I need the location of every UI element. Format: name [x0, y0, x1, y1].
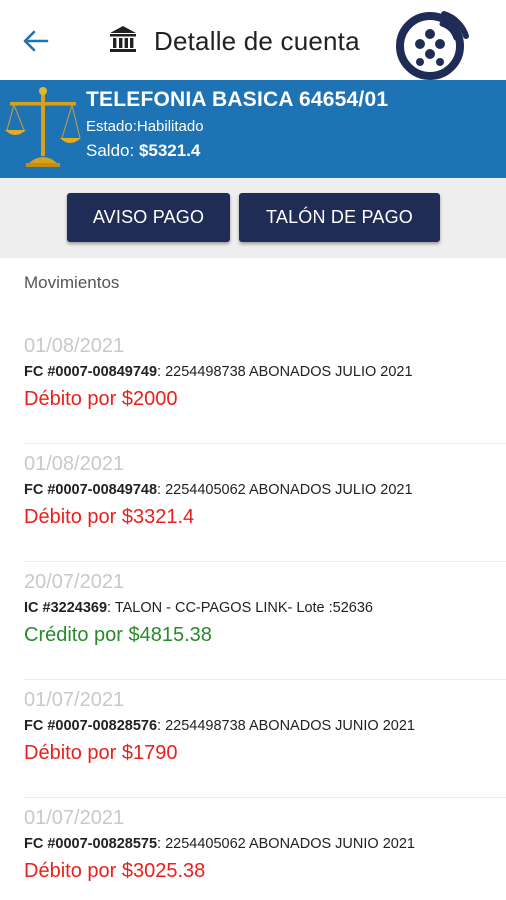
movement-detail: : 2254405062 ABONADOS JUNIO 2021	[157, 836, 415, 852]
movement-detail: : 2254498738 ABONADOS JULIO 2021	[157, 364, 413, 380]
movement-description: IC #3224369: TALON - CC-PAGOS LINK- Lote…	[24, 600, 373, 616]
movement-ref: FC #0007-00849748	[24, 482, 158, 498]
account-name: TELEFONIA BASICA 64654/01	[86, 88, 389, 111]
movement-description: FC #0007-00849748: 2254405062 ABONADOS J…	[24, 482, 413, 498]
movement-ref: FC #0007-00828576	[24, 718, 158, 734]
movement-amount: Débito por $3025.38	[24, 860, 206, 882]
movement-amount: Crédito por $4815.38	[24, 624, 212, 646]
page-title: Detalle de cuenta	[154, 26, 360, 56]
movements-list: 01/08/2021 FC #0007-00849749: 2254498738…	[0, 326, 506, 900]
movement-amount: Débito por $2000	[24, 388, 178, 410]
talon-de-pago-button[interactable]: TALÓN DE PAGO	[239, 193, 440, 242]
movement-description: FC #0007-00849749: 2254498738 ABONADOS J…	[24, 364, 413, 380]
scales-icon	[4, 84, 82, 170]
aviso-pago-button[interactable]: AVISO PAGO	[67, 193, 230, 242]
back-arrow-icon[interactable]	[18, 24, 52, 58]
bank-icon	[108, 24, 138, 56]
movement-date: 20/07/2021	[24, 571, 125, 593]
movement-date: 01/07/2021	[24, 689, 125, 711]
movement-date: 01/08/2021	[24, 335, 125, 357]
movement-detail: : TALON - CC-PAGOS LINK- Lote :52636	[107, 600, 373, 616]
movement-amount: Débito por $1790	[24, 742, 178, 764]
app-bar: Detalle de cuenta	[0, 0, 506, 80]
movement-item[interactable]: 01/08/2021 FC #0007-00849749: 2254498738…	[24, 326, 506, 444]
movement-item[interactable]: 01/07/2021 FC #0007-00828576: 2254498738…	[24, 680, 506, 798]
movement-detail: : 2254498738 ABONADOS JUNIO 2021	[157, 718, 415, 734]
movement-item[interactable]: 01/08/2021 FC #0007-00849748: 2254405062…	[24, 444, 506, 562]
movement-date: 01/07/2021	[24, 807, 125, 829]
movement-description: FC #0007-00828576: 2254498738 ABONADOS J…	[24, 718, 415, 734]
account-balance: Saldo: $5321.4	[86, 141, 200, 161]
movement-description: FC #0007-00828575: 2254405062 ABONADOS J…	[24, 836, 415, 852]
account-status: Estado:Habilitado	[86, 118, 204, 135]
movement-date: 01/08/2021	[24, 453, 125, 475]
balance-label: Saldo:	[86, 141, 135, 160]
brand-logo-icon	[394, 6, 472, 80]
account-header: TELEFONIA BASICA 64654/01 Estado:Habilit…	[0, 80, 506, 178]
movements-heading: Movimientos	[24, 273, 120, 292]
movement-ref: IC #3224369	[24, 600, 108, 616]
balance-value: $5321.4	[138, 141, 201, 160]
movement-ref: FC #0007-00828575	[24, 836, 158, 852]
movement-item[interactable]: 20/07/2021 IC #3224369: TALON - CC-PAGOS…	[24, 562, 506, 680]
movement-item[interactable]: 01/07/2021 FC #0007-00828575: 2254405062…	[24, 798, 506, 900]
movement-amount: Débito por $3321.4	[24, 506, 195, 528]
movement-detail: : 2254405062 ABONADOS JULIO 2021	[157, 482, 413, 498]
actions-bar: AVISO PAGO TALÓN DE PAGO	[0, 178, 506, 258]
movement-ref: FC #0007-00849749	[24, 364, 158, 380]
